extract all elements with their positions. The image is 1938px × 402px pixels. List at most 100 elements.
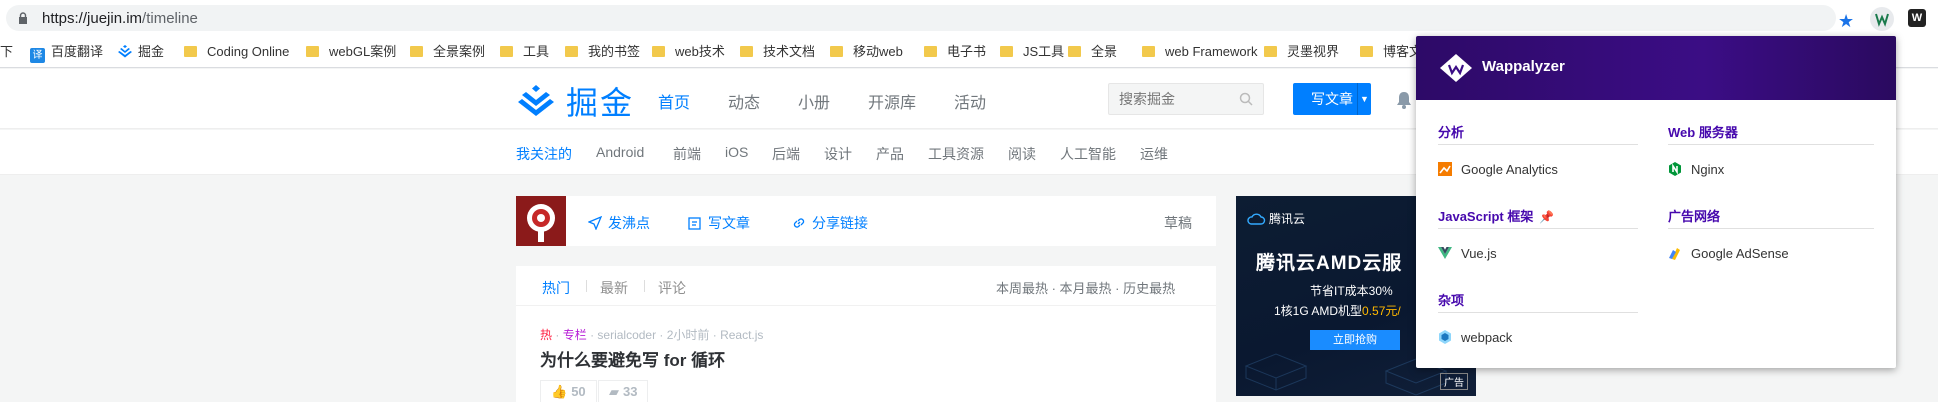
bookmark-item[interactable]: JS工具 [1000,44,1064,60]
bookmark-label: 百度翻译 [51,44,104,59]
category-ios[interactable]: iOS [725,144,748,160]
category-misc[interactable]: 杂项 [1438,290,1464,309]
wappalyzer-extension-icon[interactable] [1870,7,1894,31]
category-backend[interactable]: 后端 [772,144,800,164]
category-design[interactable]: 设计 [824,144,852,164]
category-reading[interactable]: 阅读 [1008,144,1036,164]
folder-icon [1360,46,1373,57]
bookmark-item[interactable]: webGL案例 [306,44,396,60]
bookmark-item[interactable]: web技术 [652,44,725,60]
search-box [1108,83,1264,115]
time-range-filters[interactable]: 本周最热 · 本月最热 · 历史最热 [996,278,1175,297]
divider [1668,144,1874,145]
column-badge[interactable]: 专栏 [563,328,587,342]
bookmark-item[interactable]: 全景案例 [410,44,485,60]
nav-activity[interactable]: 动态 [728,89,760,113]
wappalyzer-title: Wappalyzer [1482,58,1565,75]
feed-tabs: 热门 最新 评论 本周最热 · 本月最热 · 历史最热 [516,266,1216,306]
bookmark-item[interactable]: 译百度翻译 [30,44,104,63]
like-count: 50 [571,384,586,399]
link-icon [793,218,805,228]
url-path: /timeline [142,10,198,27]
post-pin-button[interactable]: 发沸点 [587,213,650,233]
bookmark-star-icon[interactable]: ★ [1838,12,1854,30]
category-ai[interactable]: 人工智能 [1060,144,1116,164]
tech-webpack[interactable]: webpack [1438,330,1512,345]
folder-icon [565,46,578,57]
divider [586,280,587,292]
category-following[interactable]: 我关注的 [516,144,572,164]
bookmark-label: 技术文档 [763,44,816,59]
write-post-button[interactable]: 写文章 [688,213,750,233]
category-ops[interactable]: 运维 [1140,144,1168,164]
bookmark-item[interactable]: 下 [0,44,13,60]
folder-icon [924,46,937,57]
hot-badge: 热 [540,328,553,342]
write-post-label: 写文章 [708,215,750,231]
tab-latest[interactable]: 最新 [600,278,628,298]
category-analytics[interactable]: 分析 [1438,122,1464,141]
bookmark-label: JS工具 [1023,44,1065,59]
category-frontend[interactable]: 前端 [673,144,701,164]
share-link-button[interactable]: 分享链接 [792,213,868,233]
bell-icon[interactable] [1396,91,1412,109]
pin-icon[interactable]: 📌 [1539,210,1554,224]
bookmark-item[interactable]: 全景 [1068,44,1117,60]
address-bar[interactable]: https://juejin.im/timeline ★ [6,5,1854,31]
category-js-framework[interactable]: JavaScript 框架 📌 [1438,206,1554,225]
bookmark-item[interactable]: 灵墨视界 [1264,44,1339,60]
send-icon [587,215,603,231]
like-button[interactable]: 👍 50 [540,380,597,402]
tech-nginx[interactable]: Nginx [1668,162,1724,177]
ad-brand: 腾讯云 [1246,210,1305,227]
nav-home[interactable]: 首页 [658,89,690,113]
webpack-icon [1439,330,1451,344]
ad-tag: 广告 [1440,373,1468,390]
article-title[interactable]: 为什么要避免写 for 循环 [540,346,725,371]
translate-icon: 译 [30,48,45,63]
write-article-button[interactable]: 写文章 ▼ [1293,83,1371,115]
nav-repos[interactable]: 开源库 [868,89,916,113]
nav-events[interactable]: 活动 [954,89,986,113]
extension-icon[interactable]: W [1908,9,1926,27]
tech-google-adsense[interactable]: Google AdSense [1668,246,1789,261]
bookmark-item[interactable]: Coding Online [184,44,289,60]
drafts-link[interactable]: 草稿 [1164,213,1192,233]
logo-text[interactable]: 掘金 [566,78,634,124]
tab-comments[interactable]: 评论 [658,278,686,298]
chevron-down-icon[interactable]: ▼ [1357,83,1371,115]
category-product[interactable]: 产品 [876,144,904,164]
category-tools[interactable]: 工具资源 [928,144,984,164]
category-ad-network[interactable]: 广告网络 [1668,206,1720,225]
bookmark-item[interactable]: 电子书 [924,44,986,60]
nav-books[interactable]: 小册 [798,89,830,113]
bookmark-item[interactable]: 我的书签 [565,44,640,60]
ad-line-2-text: 1核1G AMD机型 [1274,304,1363,318]
folder-icon [410,46,423,57]
bookmark-item[interactable]: 移动web [830,44,903,60]
url-text: https://juejin.im/timeline [42,10,198,27]
meta-dot: · [555,328,560,342]
comment-button[interactable]: ▰ 33 [598,380,649,402]
avatar[interactable] [516,196,566,246]
bookmark-item[interactable]: 工具 [500,44,549,60]
category-android[interactable]: Android [596,144,644,160]
tech-vuejs[interactable]: Vue.js [1438,246,1497,261]
wappalyzer-popup: Wappalyzer 分析 Google Analytics JavaScrip… [1416,36,1896,368]
category-web-server[interactable]: Web 服务器 [1668,122,1738,141]
folder-icon [306,46,319,57]
meta-info: · serialcoder · 2小时前 · React.js [590,328,764,342]
article-meta: 热 · 专栏 · serialcoder · 2小时前 · React.js [540,326,763,343]
bookmark-item[interactable]: web Framework [1142,44,1257,60]
search-input[interactable] [1109,84,1229,114]
tech-google-analytics[interactable]: Google Analytics [1438,162,1558,177]
edit-icon [688,217,701,230]
comment-count: 33 [623,384,638,399]
juejin-logo-icon[interactable] [516,81,556,117]
bookmark-label: web技术 [675,44,725,59]
bookmark-item[interactable]: 掘金 [118,44,164,60]
tab-hot[interactable]: 热门 [542,278,570,298]
search-icon[interactable] [1239,92,1253,106]
bookmark-item[interactable]: 技术文档 [740,44,815,60]
vuejs-icon [1438,247,1452,259]
